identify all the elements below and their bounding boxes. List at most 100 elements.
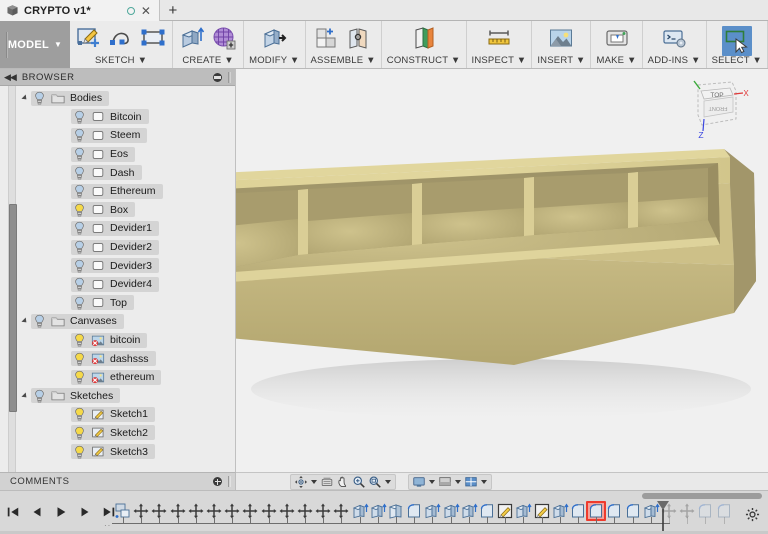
browser-tree-item[interactable]: dashsss bbox=[58, 349, 232, 368]
browser-tree-item[interactable]: Canvases bbox=[18, 312, 232, 331]
viewcube[interactable]: TOP FRONT X Z bbox=[686, 79, 750, 141]
browser-tree-item[interactable]: Steem bbox=[58, 126, 232, 145]
browser-item-chip[interactable]: Sketch1 bbox=[71, 406, 155, 422]
comments-resize-grip[interactable] bbox=[228, 476, 231, 487]
visibility-bulb-icon[interactable] bbox=[73, 147, 86, 161]
scripts-addins-icon[interactable] bbox=[660, 24, 688, 52]
pan-icon[interactable] bbox=[336, 475, 350, 489]
visibility-bulb-icon[interactable] bbox=[73, 333, 86, 347]
browser-item-chip[interactable]: Devider1 bbox=[71, 220, 160, 236]
chevron-down-icon-viewports[interactable] bbox=[481, 480, 487, 484]
workspace-switcher-model[interactable]: MODEL ▼ bbox=[0, 21, 71, 68]
viewcube-svg[interactable]: TOP FRONT X Z bbox=[686, 79, 750, 141]
chevron-down-icon-display[interactable] bbox=[429, 480, 435, 484]
browser-tree-item[interactable]: Bodies bbox=[18, 89, 232, 108]
panel-resize-grip[interactable] bbox=[228, 71, 231, 83]
browser-tree-item[interactable]: ethereum bbox=[58, 368, 232, 387]
chevron-down-icon-orbit[interactable] bbox=[311, 480, 317, 484]
browser-scrollbar-thumb[interactable] bbox=[9, 204, 17, 412]
panel-label-sketch[interactable]: SKETCH ▼ bbox=[95, 55, 147, 66]
visibility-bulb-icon[interactable] bbox=[73, 128, 86, 142]
document-tab-crypto[interactable]: CRYPTO v1* ✕ bbox=[0, 0, 160, 21]
form-icon[interactable] bbox=[210, 24, 238, 52]
panel-label-make[interactable]: MAKE ▼ bbox=[596, 55, 636, 66]
visibility-bulb-icon[interactable] bbox=[73, 110, 86, 124]
visibility-bulb-icon[interactable] bbox=[73, 221, 86, 235]
browser-tree-item[interactable]: Devider2 bbox=[58, 238, 232, 257]
press-pull-icon[interactable] bbox=[260, 24, 288, 52]
zoom-icon[interactable] bbox=[352, 475, 366, 489]
chevron-down-icon-zoom[interactable] bbox=[385, 480, 391, 484]
visibility-bulb-icon[interactable] bbox=[73, 426, 86, 440]
browser-tree-item[interactable]: Devider1 bbox=[58, 219, 232, 238]
panel-label-construct[interactable]: CONSTRUCT ▼ bbox=[387, 55, 461, 66]
visibility-bulb-icon[interactable] bbox=[73, 352, 86, 366]
expand-triangle-icon[interactable] bbox=[18, 312, 31, 330]
comments-bar[interactable]: COMMENTS bbox=[0, 472, 236, 490]
rectangle-icon[interactable] bbox=[139, 24, 167, 52]
browser-tree-item[interactable]: Ethereum bbox=[58, 182, 232, 201]
insert-canvas-icon[interactable] bbox=[547, 24, 575, 52]
create-sketch-icon[interactable] bbox=[75, 24, 103, 52]
extrude-icon[interactable] bbox=[178, 24, 206, 52]
browser-tree-item[interactable]: Sketch1 bbox=[58, 405, 232, 424]
browser-item-chip[interactable]: bitcoin bbox=[71, 332, 148, 348]
3d-print-icon[interactable] bbox=[603, 24, 631, 52]
browser-item-chip[interactable]: Canvases bbox=[31, 313, 124, 329]
browser-tree-item[interactable]: Sketch3 bbox=[58, 442, 232, 461]
visibility-bulb-icon[interactable] bbox=[73, 296, 86, 310]
collapse-left-icon[interactable]: ◀◀ bbox=[4, 72, 17, 83]
browser-item-chip[interactable]: Devider4 bbox=[71, 276, 160, 292]
browser-item-chip[interactable]: Box bbox=[71, 202, 136, 218]
visibility-bulb-icon[interactable] bbox=[73, 184, 86, 198]
look-at-icon[interactable] bbox=[320, 475, 334, 489]
step-back-icon[interactable] bbox=[30, 505, 44, 519]
browser-tree-item[interactable]: Devider3 bbox=[58, 256, 232, 275]
zoom-window-icon[interactable] bbox=[368, 475, 382, 489]
visibility-bulb-icon[interactable] bbox=[33, 314, 46, 328]
browser-tree-item[interactable]: Devider4 bbox=[58, 275, 232, 294]
browser-tree-item[interactable]: Sketches bbox=[18, 387, 232, 406]
orbit-icon[interactable] bbox=[294, 475, 308, 489]
viewports-icon[interactable] bbox=[464, 475, 478, 489]
jump-to-beginning-icon[interactable] bbox=[6, 505, 20, 519]
panel-label-select[interactable]: SELECT ▼ bbox=[712, 55, 762, 66]
close-icon[interactable]: ✕ bbox=[140, 5, 152, 17]
panel-label-create[interactable]: CREATE ▼ bbox=[182, 55, 233, 66]
browser-tree-item[interactable]: Eos bbox=[58, 145, 232, 164]
measure-icon[interactable] bbox=[485, 24, 513, 52]
3d-viewport[interactable]: TOP FRONT X Z bbox=[236, 69, 768, 472]
browser-tree-item[interactable]: Top bbox=[58, 294, 232, 313]
visibility-bulb-icon[interactable] bbox=[73, 166, 86, 180]
new-tab-button[interactable]: + bbox=[159, 0, 186, 20]
browser-item-chip[interactable]: ethereum bbox=[71, 369, 162, 385]
browser-item-chip[interactable]: Sketch3 bbox=[71, 444, 155, 460]
browser-item-chip[interactable]: Sketch2 bbox=[71, 425, 155, 441]
select-cursor-icon[interactable] bbox=[723, 27, 751, 55]
browser-scrollbar[interactable] bbox=[8, 86, 17, 472]
panel-label-modify[interactable]: MODIFY ▼ bbox=[249, 55, 299, 66]
panel-label-assemble[interactable]: ASSEMBLE ▼ bbox=[311, 55, 376, 66]
browser-item-chip[interactable]: Eos bbox=[71, 146, 136, 162]
visibility-bulb-icon[interactable] bbox=[33, 389, 46, 403]
browser-item-chip[interactable]: Bitcoin bbox=[71, 109, 149, 125]
expand-triangle-icon[interactable] bbox=[18, 89, 31, 107]
expand-triangle-icon[interactable] bbox=[18, 387, 31, 405]
visibility-bulb-icon[interactable] bbox=[73, 445, 86, 459]
browser-tree-item[interactable]: Sketch2 bbox=[58, 424, 232, 443]
panel-options-icon[interactable] bbox=[213, 72, 222, 82]
visibility-bulb-icon[interactable] bbox=[33, 91, 46, 105]
browser-item-chip[interactable]: Sketches bbox=[31, 388, 121, 404]
play-icon[interactable] bbox=[54, 505, 68, 519]
timeline-settings-icon[interactable] bbox=[745, 507, 760, 522]
spline-icon[interactable] bbox=[107, 24, 135, 52]
browser-item-chip[interactable]: Bodies bbox=[31, 90, 110, 106]
panel-label-addins[interactable]: ADD-INS ▼ bbox=[648, 55, 701, 66]
step-forward-icon[interactable] bbox=[78, 505, 92, 519]
panel-label-insert[interactable]: INSERT ▼ bbox=[537, 55, 585, 66]
browser-item-chip[interactable]: Steem bbox=[71, 127, 148, 143]
visibility-bulb-icon[interactable] bbox=[73, 277, 86, 291]
offset-plane-icon[interactable] bbox=[410, 24, 438, 52]
browser-item-chip[interactable]: Devider3 bbox=[71, 258, 160, 274]
visibility-bulb-icon[interactable] bbox=[73, 259, 86, 273]
